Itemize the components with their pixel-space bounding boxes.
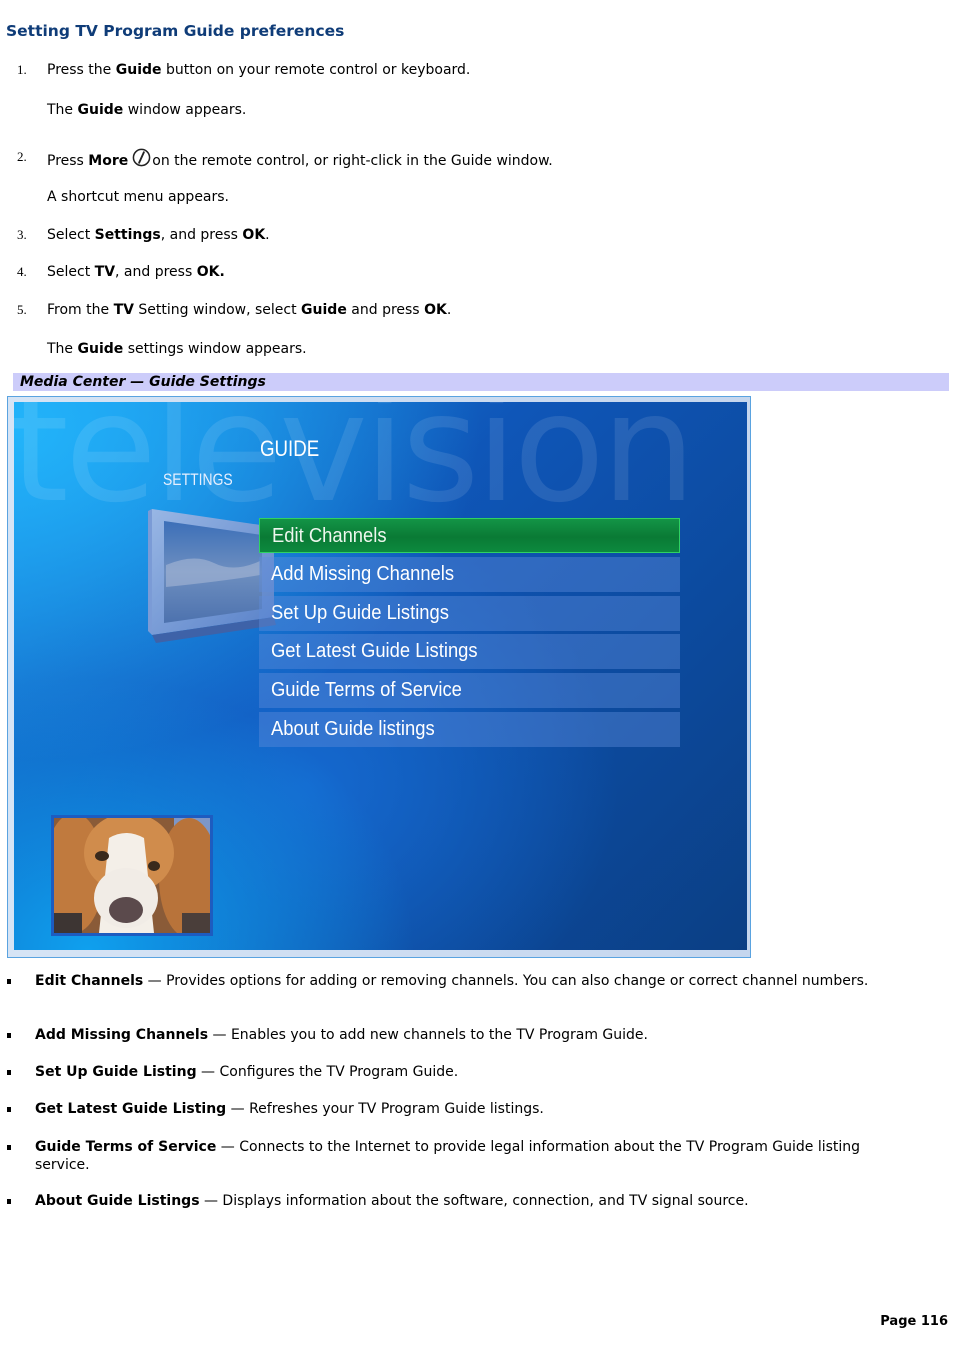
description-text: — Provides options for adding or removin…	[143, 973, 869, 989]
menu-item-about-guide-listings[interactable]: About Guide listings	[259, 711, 680, 747]
description-text: — Refreshes your TV Program Guide listin…	[226, 1101, 544, 1117]
bullet-icon	[7, 1199, 11, 1204]
description-term: About Guide Listings	[35, 1193, 200, 1209]
menu-item-edit-channels[interactable]: Edit Channels	[259, 518, 680, 553]
step-1-note: The Guide window appears.	[47, 102, 247, 118]
figure-caption-text: Media Center — Guide Settings	[20, 374, 266, 390]
more-info-icon	[132, 148, 151, 167]
step-5-note: The Guide settings window appears.	[47, 341, 307, 357]
description-text: — Displays information about the softwar…	[199, 1193, 749, 1209]
menu-item-get-latest-guide-listings[interactable]: Get Latest Guide Listings	[259, 634, 680, 670]
description-text: — Enables you to add new channels to the…	[208, 1027, 649, 1043]
description-term: Add Missing Channels	[35, 1027, 209, 1043]
page-title: Setting TV Program Guide preferences	[6, 22, 345, 40]
guide-settings-menu: Edit Channels Add Missing Channels Set U…	[259, 518, 680, 751]
menu-item-guide-terms-of-service[interactable]: Guide Terms of Service	[259, 673, 680, 709]
step-text: Press More on the remote control, or righ…	[47, 148, 553, 170]
step-text: Select TV, and press OK.	[47, 264, 225, 280]
watermark-text: television	[14, 402, 696, 536]
step-number: 2.	[17, 149, 27, 164]
screen-heading: GUIDE	[260, 436, 320, 461]
step-number: 1.	[17, 62, 27, 77]
media-center-screenshot: television GUIDE SETTINGS Edit Channels …	[7, 396, 751, 958]
bullet-icon	[7, 1107, 11, 1112]
bullet-icon	[7, 979, 11, 984]
step-number: 5.	[17, 302, 27, 317]
step-text: Select Settings, and press OK.	[47, 227, 270, 243]
bullet-icon	[7, 1033, 11, 1038]
step-2-note: A shortcut menu appears.	[47, 189, 230, 205]
bullet-icon	[7, 1070, 11, 1075]
video-preview-thumbnail	[51, 815, 213, 936]
figure-caption: Media Center — Guide Settings	[13, 373, 949, 391]
description-text: — Configures the TV Program Guide.	[196, 1064, 459, 1080]
step-text: Press the Guide button on your remote co…	[47, 62, 471, 78]
description-term: Get Latest Guide Listing	[35, 1101, 227, 1117]
step-number: 4.	[17, 264, 27, 279]
media-center-screen: television GUIDE SETTINGS Edit Channels …	[14, 402, 747, 950]
description-term: Edit Channels	[35, 973, 144, 989]
step-text: From the TV Setting window, select Guide…	[47, 302, 452, 318]
dog-image	[54, 818, 210, 933]
description-term: Set Up Guide Listing	[35, 1064, 197, 1080]
menu-item-add-missing-channels[interactable]: Add Missing Channels	[259, 556, 680, 592]
screen-subheading: SETTINGS	[163, 470, 233, 489]
bullet-icon	[7, 1145, 11, 1150]
description-term: Guide Terms of Service	[35, 1139, 217, 1155]
step-number: 3.	[17, 227, 27, 242]
menu-item-set-up-guide-listings[interactable]: Set Up Guide Listings	[259, 595, 680, 631]
page-number: Page 116	[880, 1314, 948, 1329]
